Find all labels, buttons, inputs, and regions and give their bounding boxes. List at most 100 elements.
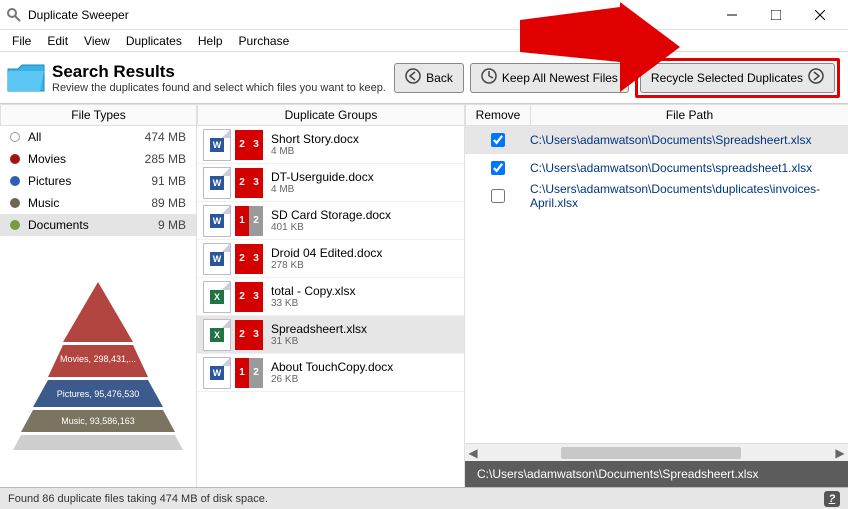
- close-button[interactable]: [798, 0, 842, 30]
- file-type-movies[interactable]: Movies 285 MB: [0, 148, 196, 170]
- dup-count-tile: 3: [249, 282, 263, 312]
- file-path-text: C:\Users\adamwatson\Documents\Spreadshee…: [530, 133, 848, 147]
- selected-path-text: C:\Users\adamwatson\Documents\Spreadshee…: [477, 467, 758, 481]
- group-row[interactable]: X23Spreadsheert.xlsx31 KB: [197, 316, 464, 354]
- group-size: 31 KB: [271, 336, 458, 347]
- color-dot: [10, 220, 20, 230]
- group-size: 4 MB: [271, 146, 458, 157]
- group-row[interactable]: W 12 About TouchCopy.docx26 KB: [197, 354, 464, 392]
- recycle-label: Recycle Selected Duplicates: [651, 71, 803, 85]
- file-type-name: Movies: [28, 152, 137, 166]
- highlight-box: Recycle Selected Duplicates: [635, 58, 840, 98]
- group-name: SD Card Storage.docx: [271, 208, 458, 222]
- scroll-right-icon[interactable]: ▶: [832, 446, 848, 460]
- menu-purchase[interactable]: Purchase: [231, 32, 298, 50]
- dup-count-tile: 1: [235, 206, 249, 236]
- doc-icon: X: [203, 281, 231, 313]
- app-badge-icon: W: [210, 138, 224, 152]
- doc-icon: W: [203, 167, 231, 199]
- menu-duplicates[interactable]: Duplicates: [118, 32, 190, 50]
- dup-count-tile: 2: [235, 168, 249, 198]
- group-row[interactable]: W23 DT-Userguide.docx4 MB: [197, 164, 464, 202]
- menu-help[interactable]: Help: [190, 32, 231, 50]
- horizontal-scrollbar[interactable]: ◀ ▶: [465, 443, 848, 461]
- color-dot: [10, 132, 20, 142]
- scroll-thumb[interactable]: [561, 447, 741, 459]
- dup-count-tile: 3: [249, 244, 263, 274]
- scroll-left-icon[interactable]: ◀: [465, 446, 481, 460]
- dup-tiles: 23: [235, 282, 263, 312]
- group-row[interactable]: X23total - Copy.xlsx33 KB: [197, 278, 464, 316]
- doc-icon: W: [203, 243, 231, 275]
- titlebar: Duplicate Sweeper: [0, 0, 848, 30]
- group-size: 4 MB: [271, 184, 458, 195]
- app-icon: [6, 7, 22, 23]
- minimize-button[interactable]: [710, 0, 754, 30]
- file-type-name: Pictures: [28, 174, 143, 188]
- file-path-list: C:\Users\adamwatson\Documents\Spreadshee…: [465, 126, 848, 443]
- file-type-all[interactable]: All474 MB: [0, 126, 196, 148]
- back-arrow-icon: [405, 68, 421, 87]
- page-header: Search Results Review the duplicates fou…: [0, 52, 848, 104]
- file-type-name: All: [28, 130, 137, 144]
- keep-all-label: Keep All Newest Files: [502, 71, 618, 85]
- app-badge-icon: X: [210, 328, 224, 342]
- menu-view[interactable]: View: [76, 32, 118, 50]
- maximize-button[interactable]: [754, 0, 798, 30]
- dup-count-tile: 2: [235, 282, 249, 312]
- group-row[interactable]: W 23 Short Story.docx4 MB: [197, 126, 464, 164]
- app-badge-icon: X: [210, 290, 224, 304]
- svg-text:Pictures, 95,476,530: Pictures, 95,476,530: [57, 389, 140, 399]
- file-types-header: File Types: [0, 104, 196, 126]
- svg-text:Music, 93,586,163: Music, 93,586,163: [61, 416, 135, 426]
- file-type-pictures[interactable]: Pictures 91 MB: [0, 170, 196, 192]
- file-type-size: 9 MB: [158, 218, 186, 232]
- file-type-documents[interactable]: Documents 9 MB: [0, 214, 196, 236]
- status-bar: Found 86 duplicate files taking 474 MB o…: [0, 487, 848, 509]
- dup-tiles: 12: [235, 358, 263, 388]
- menu-edit[interactable]: Edit: [39, 32, 76, 50]
- dup-count-tile: 2: [249, 358, 263, 388]
- page-desc: Review the duplicates found and select w…: [52, 82, 390, 94]
- app-badge-icon: W: [210, 366, 224, 380]
- keep-all-newest-button[interactable]: Keep All Newest Files: [470, 63, 629, 93]
- menu-file[interactable]: File: [4, 32, 39, 50]
- dup-count-tile: 3: [249, 168, 263, 198]
- file-path-row[interactable]: C:\Users\adamwatson\Documents\Spreadshee…: [465, 126, 848, 154]
- recycle-selected-button[interactable]: Recycle Selected Duplicates: [640, 63, 835, 93]
- menubar: FileEditViewDuplicatesHelpPurchase: [0, 30, 848, 52]
- back-button[interactable]: Back: [394, 63, 464, 93]
- file-type-name: Documents: [28, 218, 150, 232]
- group-name: About TouchCopy.docx: [271, 360, 458, 374]
- color-dot: [10, 154, 20, 164]
- app-badge-icon: W: [210, 176, 224, 190]
- file-type-size: 91 MB: [151, 174, 186, 188]
- group-row[interactable]: W12 SD Card Storage.docx401 KB: [197, 202, 464, 240]
- file-path-text: C:\Users\adamwatson\Documents\spreadshee…: [530, 161, 848, 175]
- clock-icon: [481, 68, 497, 87]
- app-badge-icon: W: [210, 252, 224, 266]
- help-icon[interactable]: ?: [824, 491, 840, 507]
- group-size: 401 KB: [271, 222, 458, 233]
- file-path-row[interactable]: C:\Users\adamwatson\Documents\spreadshee…: [465, 154, 848, 182]
- file-path-header: File Path: [530, 104, 848, 126]
- group-size: 26 KB: [271, 374, 458, 385]
- group-name: Spreadsheert.xlsx: [271, 322, 458, 336]
- file-path-row[interactable]: C:\Users\adamwatson\Documents\duplicates…: [465, 182, 848, 210]
- file-types-list: All474 MB Movies 285 MBPictures 91 MB Music8…: [0, 126, 196, 236]
- file-type-size: 285 MB: [145, 152, 186, 166]
- dup-count-tile: 2: [249, 206, 263, 236]
- remove-checkbox[interactable]: [491, 133, 505, 147]
- dup-tiles: 23: [235, 130, 263, 160]
- remove-checkbox[interactable]: [491, 161, 505, 175]
- dup-count-tile: 2: [235, 130, 249, 160]
- group-name: Short Story.docx: [271, 132, 458, 146]
- remove-checkbox[interactable]: [491, 189, 505, 203]
- file-type-music[interactable]: Music89 MB: [0, 192, 196, 214]
- svg-text:Movies, 298,431,...: Movies, 298,431,...: [60, 354, 136, 364]
- dup-count-tile: 2: [235, 320, 249, 350]
- doc-icon: W: [203, 205, 231, 237]
- group-name: DT-Userguide.docx: [271, 170, 458, 184]
- doc-icon: W: [203, 357, 231, 389]
- group-row[interactable]: W23Droid 04 Edited.docx278 KB: [197, 240, 464, 278]
